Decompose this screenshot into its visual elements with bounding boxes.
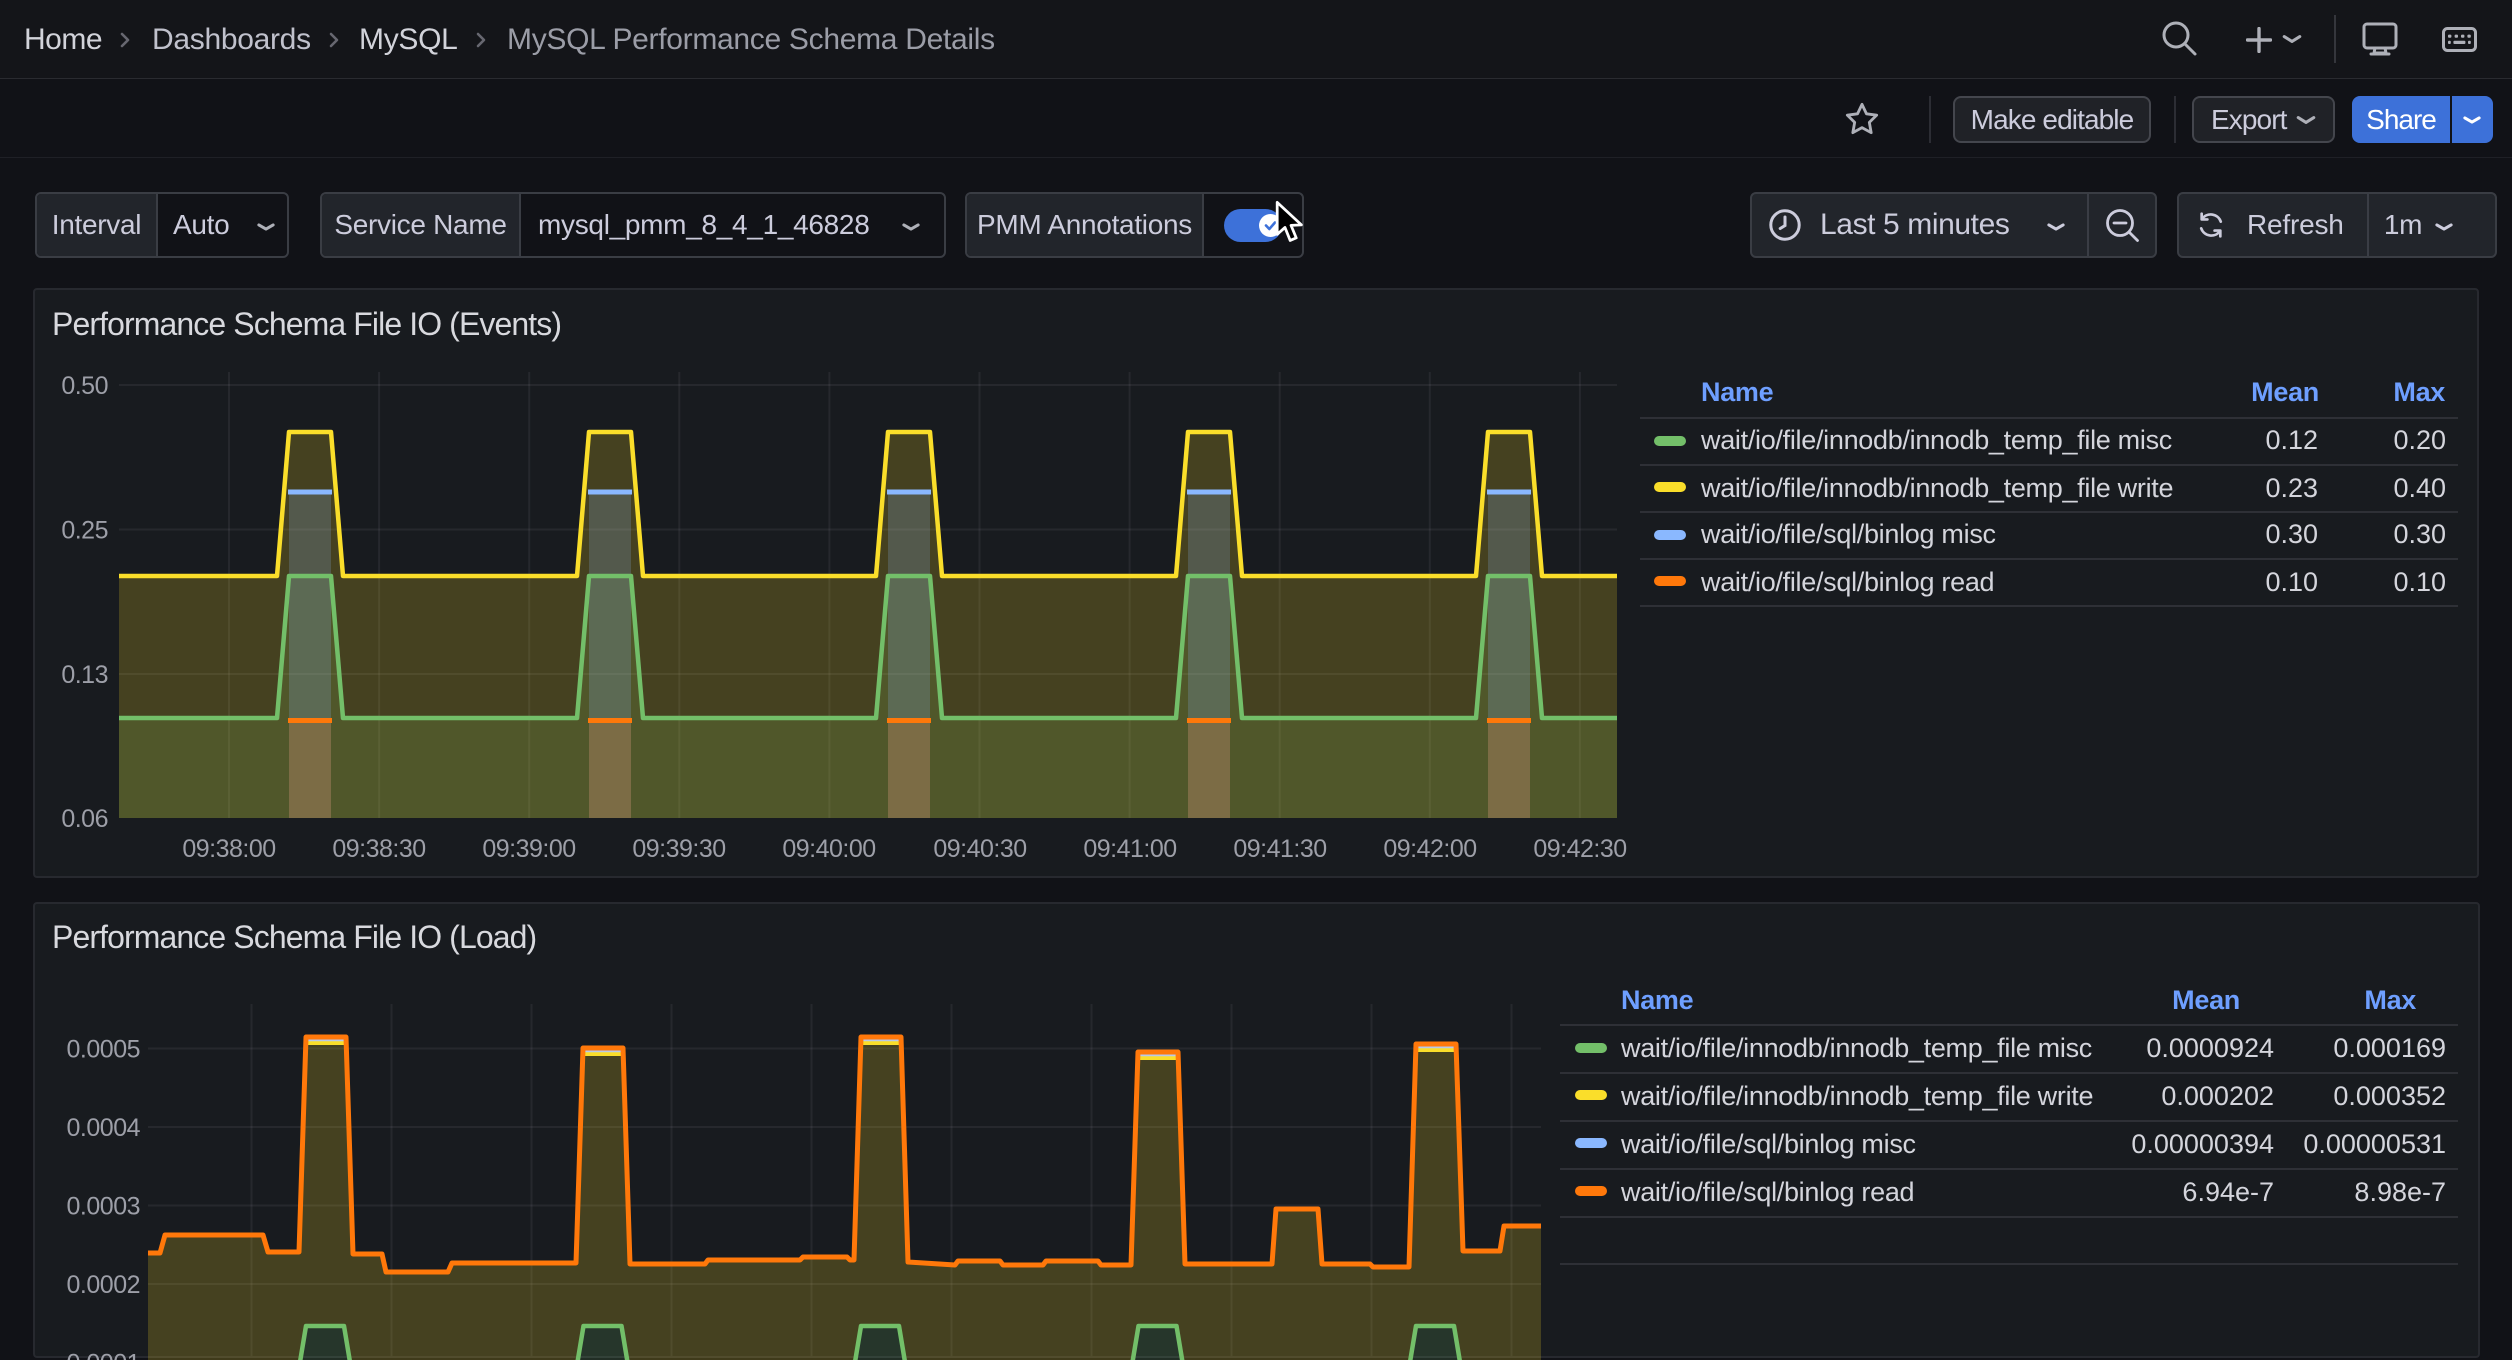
svg-text:09:41:30: 09:41:30 xyxy=(1233,835,1326,863)
svg-text:09:40:30: 09:40:30 xyxy=(933,835,1026,863)
svg-text:09:41:00: 09:41:00 xyxy=(1083,835,1176,863)
svg-text:0.50: 0.50 xyxy=(61,372,108,400)
svg-text:0.06: 0.06 xyxy=(61,805,108,833)
svg-text:09:38:30: 09:38:30 xyxy=(332,835,425,863)
svg-text:0.0002: 0.0002 xyxy=(67,1271,140,1299)
svg-text:09:40:00: 09:40:00 xyxy=(782,835,875,863)
svg-text:09:39:00: 09:39:00 xyxy=(482,835,575,863)
svg-text:09:42:30: 09:42:30 xyxy=(1533,835,1626,863)
svg-text:0.0005: 0.0005 xyxy=(67,1036,140,1064)
svg-text:0.0001: 0.0001 xyxy=(67,1350,140,1360)
svg-text:0.0004: 0.0004 xyxy=(67,1114,141,1142)
svg-text:09:39:30: 09:39:30 xyxy=(632,835,725,863)
svg-text:0.25: 0.25 xyxy=(61,517,108,545)
svg-text:0.13: 0.13 xyxy=(61,661,108,689)
svg-text:09:38:00: 09:38:00 xyxy=(182,835,275,863)
svg-text:0.0003: 0.0003 xyxy=(67,1193,140,1221)
svg-text:09:42:00: 09:42:00 xyxy=(1383,835,1476,863)
